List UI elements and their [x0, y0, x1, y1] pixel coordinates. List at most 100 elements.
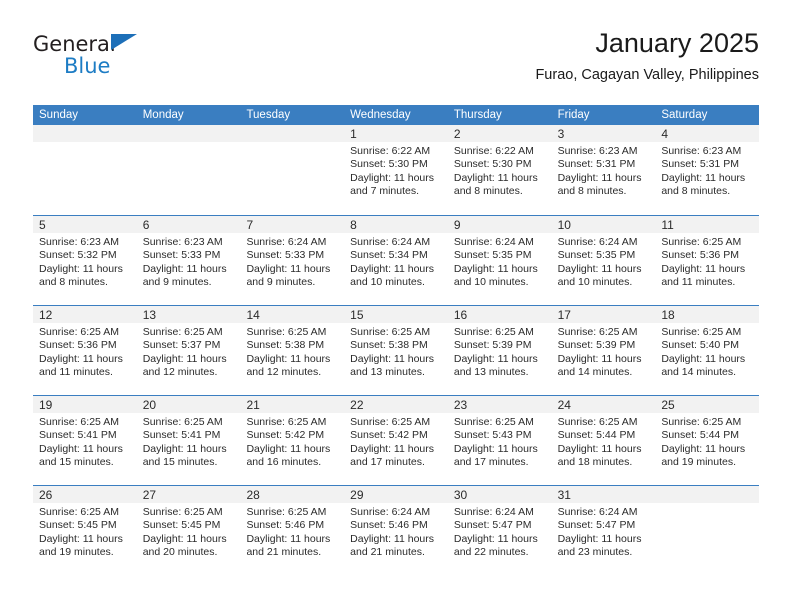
calendar-week-row: 19 Sunrise: 6:25 AM Sunset: 5:41 PM Dayligh…: [33, 395, 760, 485]
sunset-text: Sunset: 5:39 PM: [557, 339, 636, 352]
sunrise-text: Sunrise: 6:23 AM: [142, 236, 223, 248]
sunset-text: Sunset: 5:42 PM: [350, 429, 428, 442]
sunrise-text: Sunrise: 6:25 AM: [453, 416, 534, 428]
calendar-week-row: 12 Sunrise: 6:25 AM Sunset: 5:36 PM Dayligh…: [33, 305, 760, 395]
calendar-day-cell[interactable]: 28 Sunrise: 6:25 AM Sunset: 5:46 PM Dayligh…: [240, 486, 345, 575]
day-number-band: 13: [136, 306, 241, 323]
general-blue-logo[interactable]: General Blue: [33, 32, 153, 84]
sunrise-text: Sunrise: 6:25 AM: [350, 416, 431, 428]
calendar-day-cell[interactable]: 15 Sunrise: 6:25 AM Sunset: 5:38 PM Dayligh…: [344, 306, 448, 395]
calendar-day-cell[interactable]: 31 Sunrise: 6:24 AM Sunset: 5:47 PM Dayligh…: [551, 486, 656, 575]
sunrise-text: Sunrise: 6:24 AM: [557, 506, 638, 518]
calendar-day-cell[interactable]: 10 Sunrise: 6:24 AM Sunset: 5:35 PM Dayligh…: [551, 216, 656, 305]
calendar-day-cell[interactable]: 6 Sunrise: 6:23 AM Sunset: 5:33 PM Daylight…: [136, 216, 241, 305]
day-number: 26: [39, 488, 53, 502]
sunset-text: Sunset: 5:36 PM: [661, 249, 739, 262]
calendar-page: General Blue January 2025 Furao, Cagayan…: [0, 0, 792, 612]
daylight-text-line2: and 10 minutes.: [350, 276, 425, 289]
calendar-day-cell[interactable]: 14 Sunrise: 6:25 AM Sunset: 5:38 PM Dayligh…: [240, 306, 345, 395]
sunset-text: Sunset: 5:46 PM: [350, 519, 428, 532]
daylight-text-line2: and 22 minutes.: [453, 546, 529, 559]
calendar-day-cell[interactable]: 1 Sunrise: 6:22 AM Sunset: 5:30 PM Daylight…: [344, 125, 448, 215]
weekday-header-row: Sunday Monday Tuesday Wednesday Thursday…: [33, 105, 759, 125]
sunrise-text: Sunrise: 6:24 AM: [453, 236, 534, 248]
day-number-band: 7: [240, 216, 345, 233]
day-number: 25: [661, 398, 675, 412]
calendar-day-cell[interactable]: 18 Sunrise: 6:25 AM Sunset: 5:40 PM Dayligh…: [655, 306, 760, 395]
sunrise-text: Sunrise: 6:25 AM: [661, 236, 742, 248]
calendar-day-cell[interactable]: 4 Sunrise: 6:23 AM Sunset: 5:31 PM Daylight…: [655, 125, 760, 215]
weekday-header-wednesday: Wednesday: [350, 109, 411, 121]
day-number: 27: [142, 488, 157, 502]
day-number: 30: [453, 488, 468, 502]
calendar-day-cell[interactable]: 12 Sunrise: 6:25 AM Sunset: 5:36 PM Dayligh…: [33, 306, 137, 395]
day-number: 16: [453, 308, 468, 322]
calendar-day-cell[interactable]: 11 Sunrise: 6:25 AM Sunset: 5:36 PM Dayligh…: [655, 216, 760, 305]
day-details: Sunrise: 6:24 AM Sunset: 5:47 PM Daylight:…: [552, 503, 656, 560]
sunset-text: Sunset: 5:33 PM: [246, 249, 325, 262]
day-number-band: [33, 125, 137, 142]
daylight-text-line1: Daylight: 11 hours: [39, 532, 123, 545]
daylight-text-line2: and 11 minutes.: [39, 366, 113, 379]
calendar-day-cell[interactable]: 8 Sunrise: 6:24 AM Sunset: 5:34 PM Daylight…: [344, 216, 448, 305]
calendar-day-cell[interactable]: 29 Sunrise: 6:24 AM Sunset: 5:46 PM Dayligh…: [344, 486, 448, 575]
day-number: 7: [246, 218, 254, 232]
sunset-text: Sunset: 5:47 PM: [453, 519, 532, 532]
sunrise-text: Sunrise: 6:25 AM: [557, 326, 638, 338]
day-number-band: 17: [551, 306, 656, 323]
day-number-band: 10: [551, 216, 656, 233]
calendar-day-cell[interactable]: 13 Sunrise: 6:25 AM Sunset: 5:37 PM Dayligh…: [136, 306, 241, 395]
calendar-day-cell[interactable]: 9 Sunrise: 6:24 AM Sunset: 5:35 PM Daylight…: [447, 216, 552, 305]
weekday-header-saturday: Saturday: [661, 109, 708, 121]
sunrise-text: Sunrise: 6:25 AM: [142, 416, 223, 428]
sunrise-text: Sunrise: 6:24 AM: [246, 236, 327, 248]
day-number-band: 23: [447, 396, 552, 413]
sunrise-text: Sunrise: 6:24 AM: [350, 506, 431, 518]
day-details: Sunrise: 6:25 AM Sunset: 5:37 PM Daylight:…: [137, 323, 241, 380]
calendar-day-cell[interactable]: 25 Sunrise: 6:25 AM Sunset: 5:44 PM Dayligh…: [655, 396, 760, 485]
calendar-day-cell[interactable]: 24 Sunrise: 6:25 AM Sunset: 5:44 PM Dayligh…: [551, 396, 656, 485]
logo-word-blue: Blue: [64, 54, 111, 78]
day-number: 8: [350, 218, 357, 232]
day-number: 20: [142, 398, 157, 412]
day-number-band: 27: [136, 486, 241, 503]
day-number-band: 16: [447, 306, 552, 323]
daylight-text-line2: and 20 minutes.: [142, 546, 218, 559]
day-number-band: 15: [344, 306, 448, 323]
day-number-band: 21: [240, 396, 345, 413]
calendar-day-cell[interactable]: 2 Sunrise: 6:22 AM Sunset: 5:30 PM Daylight…: [447, 125, 552, 215]
calendar-day-cell[interactable]: 16 Sunrise: 6:25 AM Sunset: 5:39 PM Dayligh…: [447, 306, 552, 395]
daylight-text-line2: and 17 minutes.: [350, 456, 425, 469]
calendar-day-cell[interactable]: 5 Sunrise: 6:23 AM Sunset: 5:32 PM Daylight…: [33, 216, 137, 305]
sunset-text: Sunset: 5:38 PM: [350, 339, 428, 352]
day-details: Sunrise: 6:24 AM Sunset: 5:34 PM Daylight:…: [344, 233, 448, 290]
day-number: 12: [39, 308, 53, 322]
daylight-text-line2: and 11 minutes.: [661, 276, 736, 289]
calendar-day-cell[interactable]: 20 Sunrise: 6:25 AM Sunset: 5:41 PM Dayligh…: [136, 396, 241, 485]
day-details: Sunrise: 6:25 AM Sunset: 5:41 PM Daylight:…: [33, 413, 137, 470]
day-details: Sunrise: 6:25 AM Sunset: 5:45 PM Daylight:…: [137, 503, 241, 560]
sunrise-text: Sunrise: 6:25 AM: [246, 506, 327, 518]
calendar-day-cell[interactable]: 19 Sunrise: 6:25 AM Sunset: 5:41 PM Dayligh…: [33, 396, 137, 485]
calendar-day-cell[interactable]: 7 Sunrise: 6:24 AM Sunset: 5:33 PM Daylight…: [240, 216, 345, 305]
day-number: 17: [557, 308, 571, 322]
sunrise-text: Sunrise: 6:25 AM: [39, 416, 119, 428]
calendar-day-cell[interactable]: 17 Sunrise: 6:25 AM Sunset: 5:39 PM Dayligh…: [551, 306, 656, 395]
calendar-day-cell[interactable]: 23 Sunrise: 6:25 AM Sunset: 5:43 PM Dayligh…: [447, 396, 552, 485]
day-details: Sunrise: 6:22 AM Sunset: 5:30 PM Daylight:…: [448, 142, 552, 199]
day-number-band: 20: [136, 396, 241, 413]
calendar-day-cell[interactable]: 30 Sunrise: 6:24 AM Sunset: 5:47 PM Dayligh…: [447, 486, 552, 575]
day-number-band: 25: [655, 396, 760, 413]
calendar-day-cell[interactable]: 21 Sunrise: 6:25 AM Sunset: 5:42 PM Dayligh…: [240, 396, 345, 485]
daylight-text-line1: Daylight: 11 hours: [350, 442, 435, 455]
calendar-day-cell[interactable]: 27 Sunrise: 6:25 AM Sunset: 5:45 PM Dayligh…: [136, 486, 241, 575]
day-details: Sunrise: 6:25 AM Sunset: 5:36 PM Daylight:…: [655, 233, 759, 290]
calendar-day-cell[interactable]: 3 Sunrise: 6:23 AM Sunset: 5:31 PM Daylight…: [551, 125, 656, 215]
day-details: Sunrise: 6:25 AM Sunset: 5:38 PM Daylight:…: [240, 323, 344, 380]
calendar-day-cell[interactable]: 22 Sunrise: 6:25 AM Sunset: 5:42 PM Dayligh…: [344, 396, 448, 485]
calendar-day-cell[interactable]: 26 Sunrise: 6:25 AM Sunset: 5:45 PM Dayligh…: [33, 486, 137, 575]
daylight-text-line1: Daylight: 11 hours: [350, 352, 435, 365]
daylight-text-line2: and 21 minutes.: [246, 546, 322, 559]
day-number-band: 8: [344, 216, 448, 233]
day-details: Sunrise: 6:23 AM Sunset: 5:31 PM Daylight:…: [655, 142, 759, 199]
